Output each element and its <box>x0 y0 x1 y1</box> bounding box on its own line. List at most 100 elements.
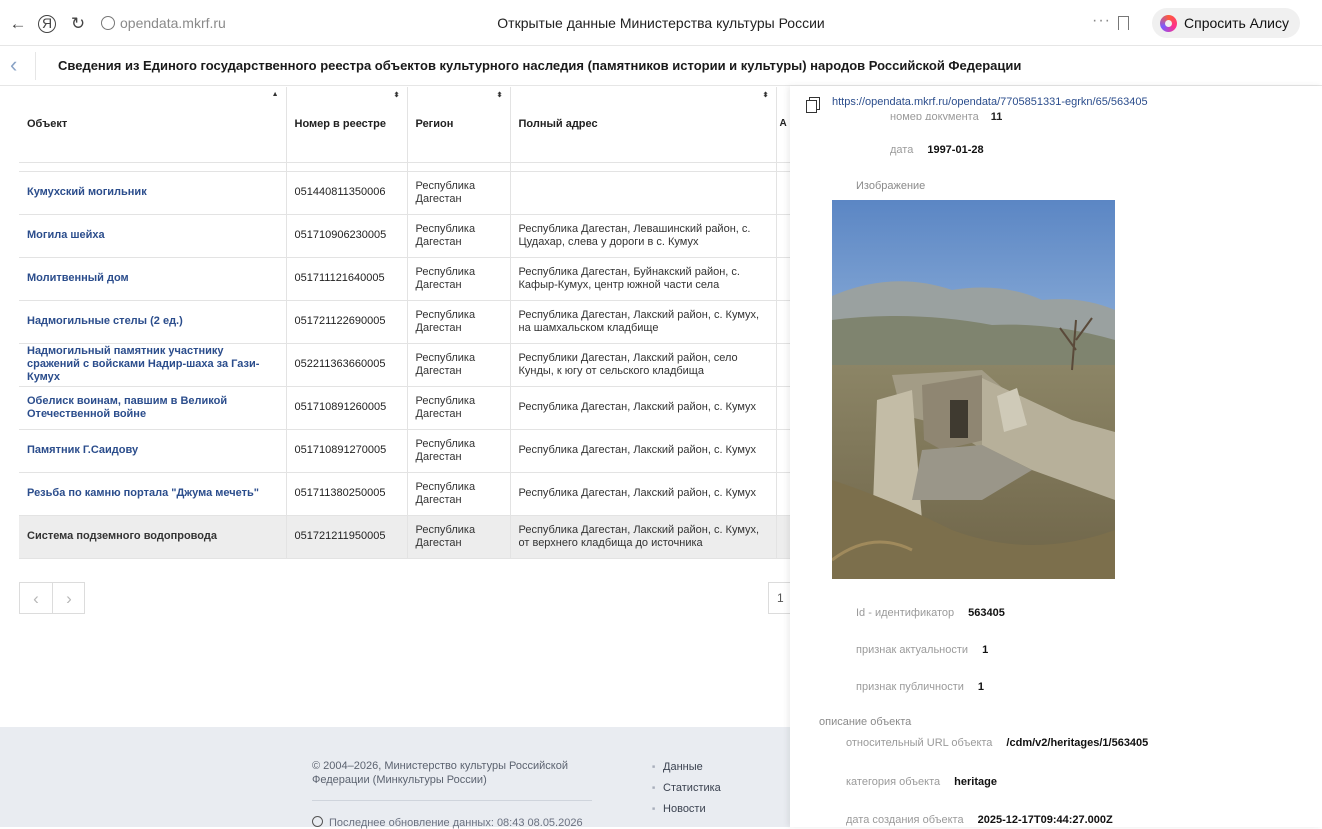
registry-number: 051711121640005 <box>286 257 408 301</box>
header-label: Объект <box>27 118 68 131</box>
region-cell: Республика Дагестан <box>407 214 511 258</box>
registry-number: 052211363660005 <box>286 343 408 387</box>
table-row-selected[interactable]: Система подземного водопровода 0517212119… <box>19 515 790 559</box>
footer-link-news[interactable]: Новости <box>652 799 721 820</box>
footer: © 2004–2026, Министерство культуры Росси… <box>0 727 790 829</box>
footer-copyright: © 2004–2026, Министерство культуры Росси… <box>312 760 569 786</box>
image-label: Изображение <box>856 180 926 192</box>
public-value: 1 <box>977 681 985 693</box>
header-object[interactable]: Объект ▲ <box>19 87 287 163</box>
alice-button[interactable]: Спросить Алису AI <box>1152 8 1300 61</box>
registry-number: 051721211950005 <box>286 515 408 559</box>
registry-table: Объект ▲ Номер в реестре ⬍ Регион ⬍ Полный … <box>19 87 790 561</box>
object-link[interactable]: Обелиск воинам, павшим в Великой Отечест… <box>19 386 287 430</box>
detail-panel: номер документа 11 https://opendata.mkrf.… <box>790 86 1322 827</box>
address-cell: Республика Дагестан, Лакский район, с. К… <box>510 386 777 430</box>
copy-icon[interactable] <box>806 97 820 113</box>
footer-link-data[interactable]: Данные <box>652 757 721 778</box>
page-header: ‹ Сведения из Единого государственного р… <box>0 46 1322 86</box>
address-cell: Республика Дагестан, Лакский район, с. К… <box>510 429 777 473</box>
region-cell: Республика Дагестан <box>407 386 511 430</box>
created-row: дата создания объекта 2025-12-17T09:44:27… <box>846 814 1113 826</box>
back-arrow-icon[interactable]: ← <box>8 14 28 34</box>
region-cell: Республика Дагестан <box>407 171 511 215</box>
footer-links: Данные Статистика Новости <box>652 757 721 820</box>
header-label: Полный адрес <box>518 118 598 131</box>
object-link[interactable]: Система подземного водопровода <box>19 515 287 559</box>
site-info-icon[interactable] <box>101 16 115 30</box>
pagination: ‹ › <box>19 582 85 614</box>
address-cell: Республика Дагестан, Левашинский район, … <box>510 214 777 258</box>
date-value: 1997-01-28 <box>927 144 984 156</box>
table-row[interactable]: Обелиск воинам, павшим в Великой Отечест… <box>19 386 790 430</box>
clock-icon <box>312 816 323 827</box>
footer-updated: Последнее обновление данных: 08:43 08.05… <box>312 816 583 829</box>
table-row[interactable]: Молитвенный дом 051711121640005 Республика… <box>19 257 790 301</box>
object-link[interactable]: Надмогильные стелы (2 ед.) <box>19 300 287 344</box>
page-number[interactable]: 1 <box>768 582 790 614</box>
address-cell: Республика Дагестан, Лакский район, с. К… <box>510 300 777 344</box>
region-cell: Республика Дагестан <box>407 343 511 387</box>
region-cell: Республика Дагестан <box>407 515 511 559</box>
id-value: 563405 <box>968 607 1005 619</box>
object-link[interactable]: Надмогильный памятник участнику сражений… <box>19 343 287 387</box>
sort-asc-icon: ▲ <box>271 91 279 98</box>
table-row[interactable]: Надмогильный памятник участнику сражений… <box>19 343 790 387</box>
reload-icon[interactable]: ↻ <box>68 14 88 34</box>
actual-label: признак актуальности <box>856 644 969 656</box>
address-cell <box>510 171 777 215</box>
actual-value: 1 <box>982 644 989 656</box>
region-cell: Республика Дагестан <box>407 429 511 473</box>
date-row: дата 1997-01-28 <box>890 144 984 156</box>
address-cell: Республика Дагестан, Лакский район, с. К… <box>510 515 777 559</box>
back-chevron-icon[interactable]: ‹ <box>10 52 36 80</box>
table-row[interactable]: Резьба по камню портала "Джума мечеть" 05… <box>19 472 790 516</box>
object-link[interactable]: Кумухский могильник <box>19 171 287 215</box>
yandex-icon[interactable]: Я <box>38 15 56 33</box>
region-cell: Республика Дагестан <box>407 472 511 516</box>
sort-icon: ⬍ <box>496 92 503 99</box>
address-cell: Республика Дагестан, Лакский район, с. К… <box>510 472 777 516</box>
created-value: 2025-12-17T09:44:27.000Z <box>977 814 1113 826</box>
alice-icon <box>1160 15 1177 32</box>
more-icon[interactable]: ··· <box>1092 12 1111 30</box>
divider <box>312 800 592 801</box>
table-row[interactable]: Кумухский могильник 051440811350006 Респуб… <box>19 171 790 215</box>
table-row[interactable]: Надмогильные стелы (2 ед.) 05172112269000… <box>19 300 790 344</box>
doc-number-value: 11 <box>990 111 1003 120</box>
rel-url-label: относительный URL объекта <box>846 737 993 749</box>
region-cell: Республика Дагестан <box>407 257 511 301</box>
public-row: признак публичности 1 <box>856 681 984 693</box>
object-link[interactable]: Могила шейха <box>19 214 287 258</box>
table-row[interactable]: Памятник Г.Саидову 051710891270005 Республ… <box>19 429 790 473</box>
address-bar[interactable]: opendata.mkrf.ru <box>120 15 226 31</box>
page-title: Сведения из Единого государственного рее… <box>58 58 1022 73</box>
header-address[interactable]: Полный адрес ⬍ <box>510 87 777 163</box>
doc-number-row: номер документа 11 <box>890 111 1002 120</box>
header-number[interactable]: Номер в реестре ⬍ <box>286 87 408 163</box>
public-label: признак публичности <box>856 681 964 693</box>
header-extra[interactable]: А п <box>776 87 791 163</box>
category-value: heritage <box>954 776 997 788</box>
object-link[interactable]: Молитвенный дом <box>19 257 287 301</box>
browser-toolbar: ← Я ↻ opendata.mkrf.ru Открытые данные М… <box>0 0 1322 61</box>
heritage-photo[interactable] <box>832 200 1115 579</box>
created-label: дата создания объекта <box>846 814 964 826</box>
actual-row: признак актуальности 1 <box>856 644 988 656</box>
id-label: Id - идентификатор <box>856 607 955 619</box>
address-cell: Республики Дагестан, Лакский район, село… <box>510 343 777 387</box>
object-link[interactable]: Памятник Г.Саидову <box>19 429 287 473</box>
bookmark-icon[interactable] <box>1118 16 1129 30</box>
panel-url-link[interactable]: https://opendata.mkrf.ru/opendata/770585… <box>832 96 1148 108</box>
header-label: А п <box>779 118 791 130</box>
prev-page-button[interactable]: ‹ <box>20 589 52 609</box>
object-link[interactable]: Резьба по камню портала "Джума мечеть" <box>19 472 287 516</box>
next-page-button[interactable]: › <box>53 589 85 609</box>
category-row: категория объекта heritage <box>846 776 997 788</box>
heritage-photo-image <box>832 200 1115 579</box>
sort-icon: ⬍ <box>393 92 400 99</box>
table-row[interactable]: Могила шейха 051710906230005 Республика Да… <box>19 214 790 258</box>
sort-icon: ⬍ <box>762 92 769 99</box>
footer-link-stats[interactable]: Статистика <box>652 778 721 799</box>
header-region[interactable]: Регион ⬍ <box>407 87 511 163</box>
